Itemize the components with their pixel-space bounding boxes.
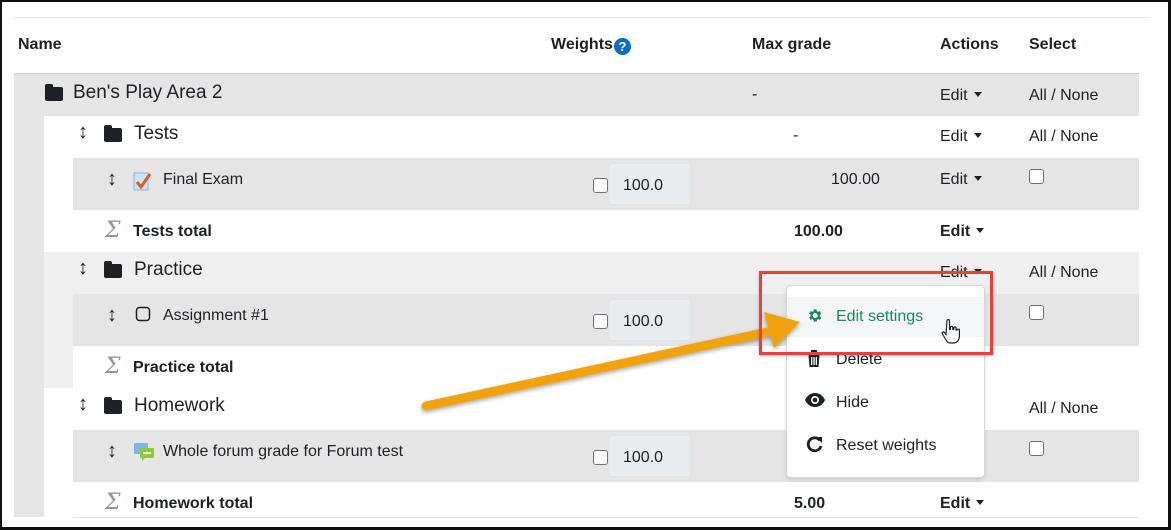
annotation-arrow: [421, 312, 800, 411]
hand-cursor-icon: [941, 319, 960, 344]
arrow-shaft: [421, 326, 777, 411]
